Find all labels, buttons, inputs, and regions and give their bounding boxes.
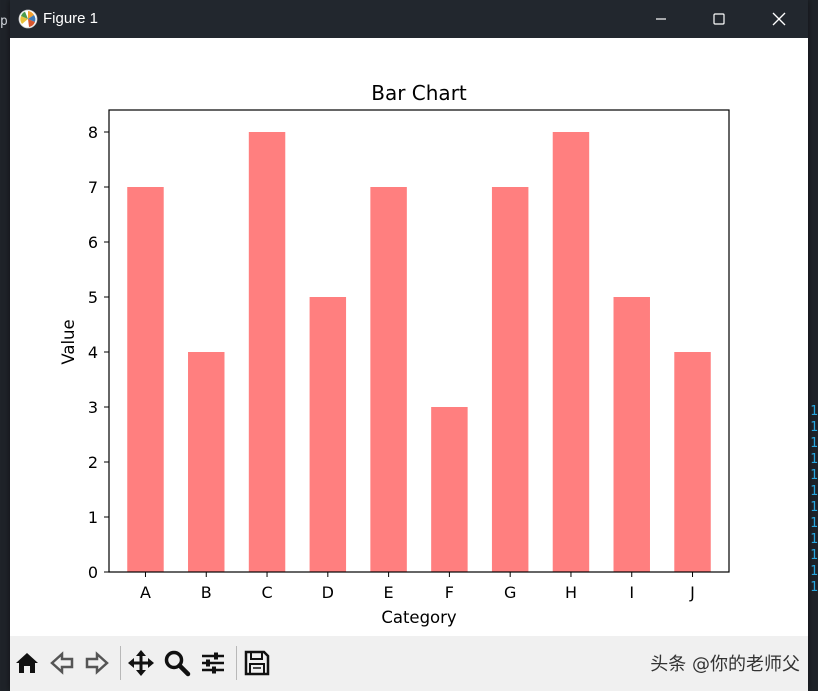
y-tick-label: 5 [88,288,98,307]
figure-canvas[interactable]: Bar Chart Category Value 0 1 2 3 4 5 6 7 8 A B C D E F… [10,38,808,636]
x-tick-label: E [384,583,394,602]
bar [674,352,711,572]
home-icon [16,653,38,673]
back-button[interactable] [47,648,77,678]
bar [127,187,164,572]
zoom-button[interactable] [162,648,192,678]
background-digit: 1 [810,468,818,483]
y-tick-label: 2 [88,453,98,472]
x-tick-label: I [629,583,634,602]
home-button[interactable] [12,648,42,678]
background-digit: 1 [810,452,818,467]
pan-button[interactable] [126,648,156,678]
bar [613,297,650,572]
magnifier-icon [164,650,191,677]
y-tick-label: 8 [88,123,98,142]
arrow-left-icon [50,651,74,675]
save-button[interactable] [242,648,272,678]
bar [309,297,347,572]
chart-title: Bar Chart [371,81,467,105]
matplotlib-logo-icon [18,9,38,29]
y-tick-label: 3 [88,398,98,417]
background-digit: 1 [810,436,818,451]
background-digit: 1 [810,404,818,419]
background-digit: 1 [810,484,818,499]
maximize-icon [713,13,725,25]
x-tick-label: A [140,583,151,602]
x-tick-label: G [504,583,516,602]
floppy-disk-icon [244,650,270,676]
x-axis-label: Category [381,608,457,627]
maximize-button[interactable] [696,0,742,38]
x-tick-label: B [201,583,212,602]
watermark-text: 头条 @你的老师父 [650,654,800,675]
bar [188,352,225,572]
toolbar-separator [120,646,121,680]
y-axis-label: Value [59,319,78,364]
background-digit: 1 [810,548,818,563]
toolbar-separator [236,646,237,680]
x-tick-label: D [322,583,334,602]
background-digit: 1 [810,580,818,595]
bar [431,407,468,572]
x-tick-label: C [261,583,272,602]
title-bar[interactable]: Figure 1 [10,0,808,38]
y-tick-label: 1 [88,508,98,527]
x-tick-label: J [689,583,695,602]
bar-chart: Bar Chart Category Value 0 1 2 3 4 5 6 7 8 A B C D E F… [59,81,730,627]
background-digit: 1 [810,516,818,531]
sliders-icon [202,652,224,674]
window-title: Figure 1 [43,10,99,27]
close-icon [772,12,786,26]
x-tick-label: H [565,583,577,602]
bar [248,132,286,572]
minimize-icon [656,18,666,20]
background-text-fragment: p [0,14,8,29]
y-tick-label: 7 [88,178,98,197]
forward-button[interactable] [82,648,112,678]
y-tick-label: 0 [88,563,98,582]
background-digit: 1 [810,532,818,547]
background-digit: 1 [810,500,818,515]
bar [491,187,529,572]
bar [370,187,407,572]
navigation-toolbar: 头条 @你的老师父 [10,636,808,691]
move-icon [128,650,154,676]
bar [552,132,590,572]
arrow-right-icon [85,651,109,675]
background-digit: 1 [810,420,818,435]
figure-window: Figure 1 Bar Chart Category Value 0 1 2 3 4 5… [10,0,808,691]
close-button[interactable] [756,0,802,38]
minimize-button[interactable] [638,0,684,38]
x-tick-label: F [445,583,454,602]
background-digit: 1 [810,564,818,579]
configure-subplots-button[interactable] [198,648,228,678]
y-tick-label: 4 [88,343,98,362]
y-tick-label: 6 [88,233,98,252]
